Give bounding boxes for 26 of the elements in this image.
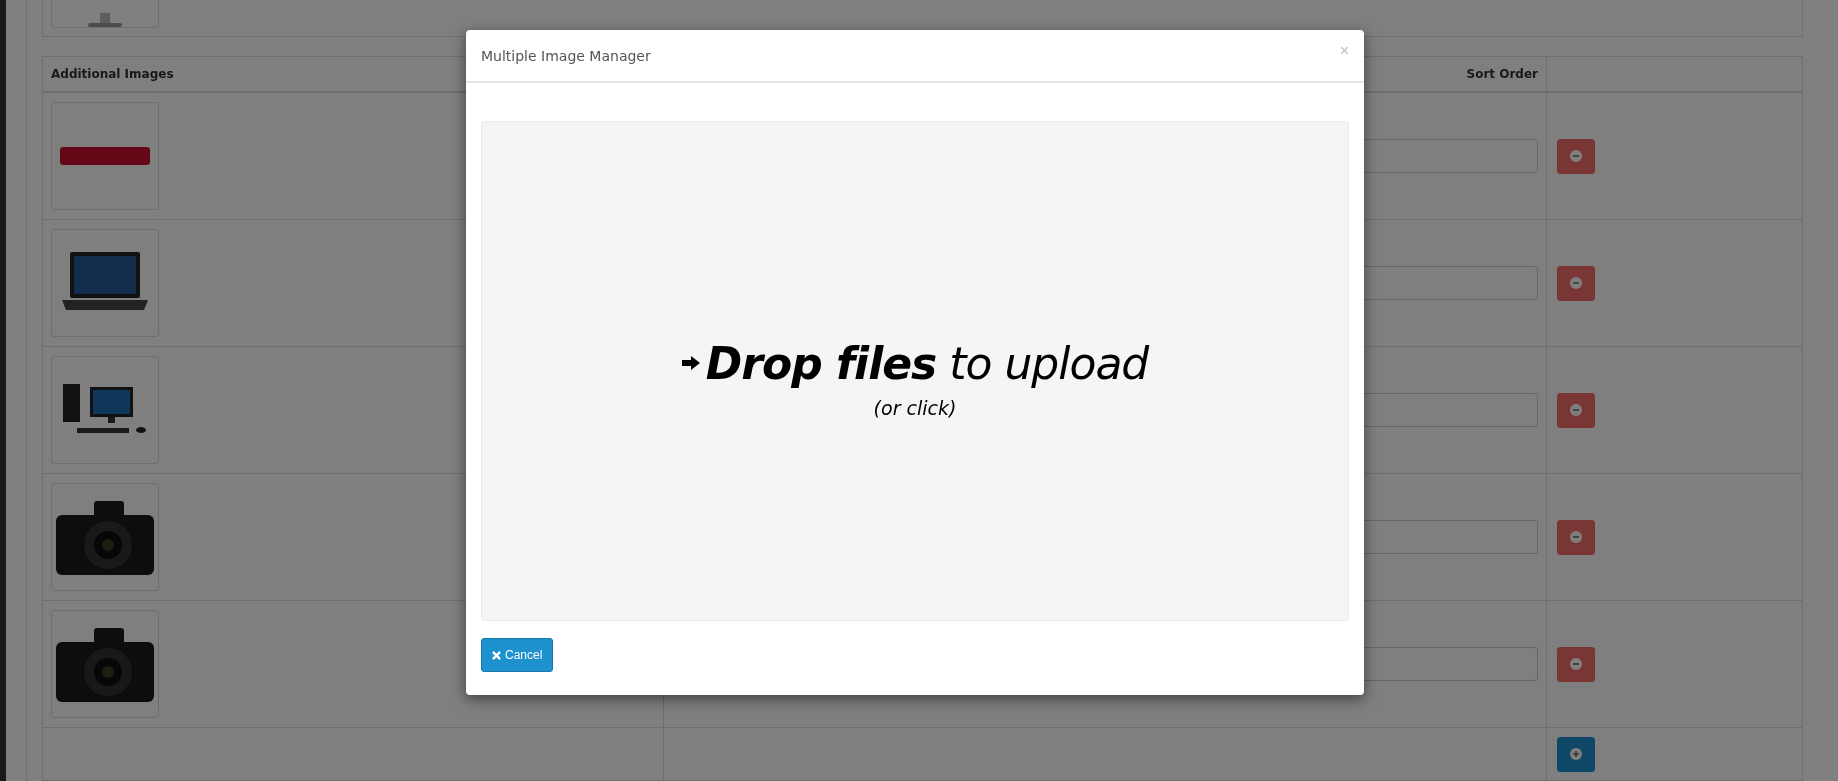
remove-button[interactable] — [1557, 646, 1595, 682]
dropzone[interactable]: Drop files to upload (or click) — [481, 121, 1349, 621]
image-thumbnail[interactable] — [51, 483, 159, 591]
image-thumbnail[interactable] — [51, 610, 159, 718]
minus-circle-icon — [1570, 531, 1582, 543]
image-thumbnail[interactable] — [51, 229, 159, 337]
dropzone-hint: (or click) — [873, 396, 957, 419]
minus-circle-icon — [1570, 658, 1582, 670]
close-icon — [492, 650, 501, 660]
image-thumbnail[interactable] — [51, 0, 159, 28]
minus-circle-icon — [1570, 404, 1582, 416]
close-button[interactable]: × — [1339, 41, 1349, 60]
remove-button[interactable] — [1557, 265, 1595, 301]
dropzone-headline: Drop files to upload — [705, 337, 1149, 389]
remove-button[interactable] — [1557, 392, 1595, 428]
arrow-right-icon — [681, 356, 700, 370]
cancel-button[interactable]: Cancel — [481, 638, 554, 672]
add-button[interactable] — [1557, 736, 1595, 772]
minus-circle-icon — [1570, 277, 1582, 289]
minus-circle-icon — [1570, 150, 1582, 162]
remove-button[interactable] — [1557, 138, 1595, 174]
plus-circle-icon — [1570, 748, 1582, 760]
image-thumbnail[interactable] — [51, 356, 159, 464]
monitor-stand-image — [88, 13, 122, 27]
image-thumbnail[interactable] — [51, 102, 159, 210]
remove-button[interactable] — [1557, 519, 1595, 555]
